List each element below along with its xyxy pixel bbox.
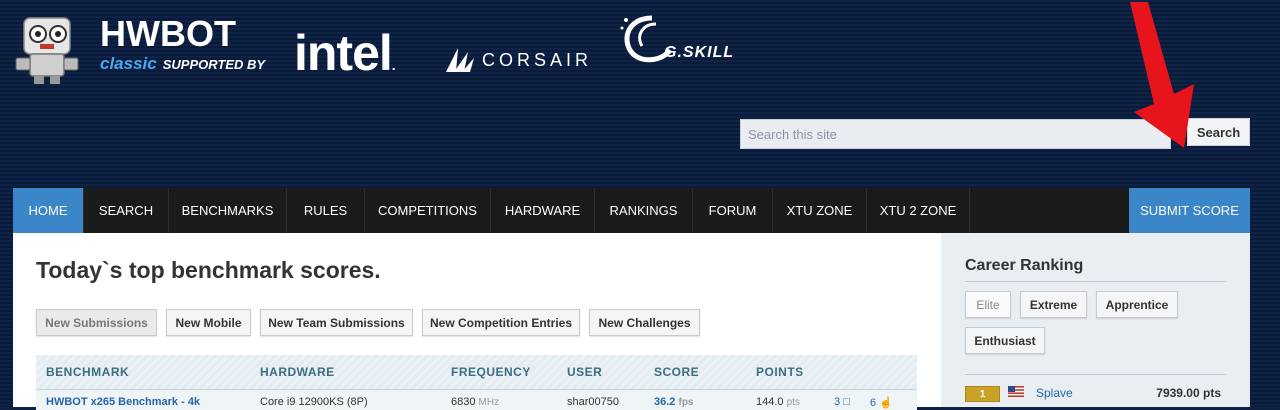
- row-likes[interactable]: 6 ☝: [870, 396, 893, 409]
- divider: [965, 374, 1226, 375]
- thumbs-up-icon: ☝: [879, 397, 893, 409]
- comment-bubble-icon: □: [843, 396, 850, 408]
- filter-new-team-submissions[interactable]: New Team Submissions: [260, 309, 413, 336]
- scores-table-header: BENCHMARK HARDWARE FREQUENCY USER SCORE …: [36, 355, 917, 390]
- intel-logo-dot: .: [391, 57, 396, 73]
- filter-new-mobile[interactable]: New Mobile: [166, 309, 251, 336]
- corsair-logo-text: CORSAIR: [482, 49, 593, 70]
- rank-points: 7939.00 pts: [1156, 386, 1221, 400]
- corsair-sails-icon: [446, 48, 474, 72]
- nav-item-search[interactable]: SEARCH: [84, 188, 169, 233]
- red-arrow-annotation-icon: [1130, 2, 1194, 148]
- row-score-unit: fps: [678, 397, 694, 408]
- row-score-value: 36.2: [654, 396, 676, 408]
- divider: [965, 281, 1226, 282]
- page-title: Today`s top benchmark scores.: [36, 257, 381, 283]
- ranking-tab-apprentice[interactable]: Apprentice: [1096, 291, 1178, 318]
- nav-item-competitions[interactable]: COMPETITIONS: [365, 188, 491, 233]
- corsair-logo[interactable]: CORSAIR: [444, 46, 592, 74]
- column-header-frequency[interactable]: FREQUENCY: [451, 365, 531, 379]
- nav-item-forum[interactable]: FORUM: [693, 188, 773, 233]
- nav-item-xtu-zone[interactable]: XTU ZONE: [773, 188, 867, 233]
- brand-classic-label: classic: [100, 54, 157, 73]
- gskill-swirl-icon: [620, 15, 673, 63]
- column-header-user[interactable]: USER: [567, 365, 602, 379]
- nav-item-rankings[interactable]: RANKINGS: [595, 188, 693, 233]
- row-likes-count: 6: [870, 397, 877, 409]
- table-row: HWBOT x265 Benchmark - 4k Core i9 12900K…: [36, 390, 917, 410]
- hwbot-mascot-logo[interactable]: [14, 14, 80, 86]
- rank-badge: 1: [965, 386, 1000, 402]
- nav-item-rules[interactable]: RULES: [287, 188, 365, 233]
- nav-item-xtu-2-zone[interactable]: XTU 2 ZONE: [867, 188, 970, 233]
- row-score[interactable]: 36.2 fps: [654, 396, 693, 408]
- row-user[interactable]: shar00750: [567, 396, 619, 408]
- column-header-benchmark[interactable]: BENCHMARK: [46, 365, 129, 379]
- main-navigation: HOME SEARCH BENCHMARKS RULES COMPETITION…: [13, 188, 1250, 233]
- site-header: HWBOT classic SUPPORTED BY intel. CORSAIR…: [0, 0, 1280, 188]
- search-input[interactable]: Search this site: [740, 119, 1171, 149]
- row-frequency: 6830 MHz: [451, 396, 499, 408]
- rank-user-link[interactable]: Splave: [1036, 386, 1073, 400]
- filter-new-challenges[interactable]: New Challenges: [589, 309, 700, 336]
- us-flag-icon: [1008, 386, 1024, 397]
- main-content: Today`s top benchmark scores. New Submis…: [13, 233, 941, 410]
- row-points-value: 144.0: [756, 396, 784, 408]
- supported-by-label: SUPPORTED BY: [162, 57, 266, 72]
- filter-new-competition-entries[interactable]: New Competition Entries: [422, 309, 580, 336]
- intel-logo[interactable]: intel.: [294, 25, 396, 90]
- ranking-tab-extreme[interactable]: Extreme: [1020, 291, 1087, 318]
- nav-item-hardware[interactable]: HARDWARE: [491, 188, 595, 233]
- row-frequency-unit: MHz: [478, 397, 500, 408]
- ranking-tab-enthusiast[interactable]: Enthusiast: [965, 327, 1045, 354]
- career-ranking-sidebar: Career Ranking Elite Extreme Apprentice …: [941, 233, 1250, 407]
- brand-title: HWBOT: [100, 13, 236, 54]
- row-points: 144.0 pts: [756, 396, 800, 408]
- ranking-row: 1 Splave 7939.00 pts: [965, 384, 1226, 404]
- intel-logo-text: intel: [294, 25, 393, 81]
- row-comments-count: 3: [834, 396, 841, 408]
- submit-score-button[interactable]: SUBMIT SCORE: [1129, 188, 1250, 233]
- row-benchmark-link[interactable]: HWBOT x265 Benchmark - 4k: [46, 396, 200, 408]
- nav-item-benchmarks[interactable]: BENCHMARKS: [169, 188, 287, 233]
- filter-new-submissions[interactable]: New Submissions: [36, 309, 157, 336]
- gskill-logo-text: G.SKILL: [664, 44, 735, 61]
- sidebar-title: Career Ranking: [965, 257, 1084, 274]
- ranking-tab-elite[interactable]: Elite: [965, 291, 1011, 318]
- column-header-score[interactable]: SCORE: [654, 365, 699, 379]
- nav-item-home[interactable]: HOME: [13, 188, 84, 233]
- row-points-unit: pts: [786, 397, 800, 408]
- row-comments[interactable]: 3 □: [834, 396, 850, 408]
- column-header-hardware[interactable]: HARDWARE: [260, 365, 335, 379]
- brand-block[interactable]: HWBOT classic SUPPORTED BY: [100, 13, 265, 74]
- gskill-logo[interactable]: G.SKILL: [616, 10, 756, 72]
- row-frequency-value: 6830: [451, 396, 476, 408]
- search-placeholder: Search this site: [748, 126, 837, 142]
- column-header-points[interactable]: POINTS: [756, 365, 804, 379]
- brand-subtitle: classic SUPPORTED BY: [100, 54, 265, 74]
- row-hardware[interactable]: Core i9 12900KS (8P): [260, 396, 368, 408]
